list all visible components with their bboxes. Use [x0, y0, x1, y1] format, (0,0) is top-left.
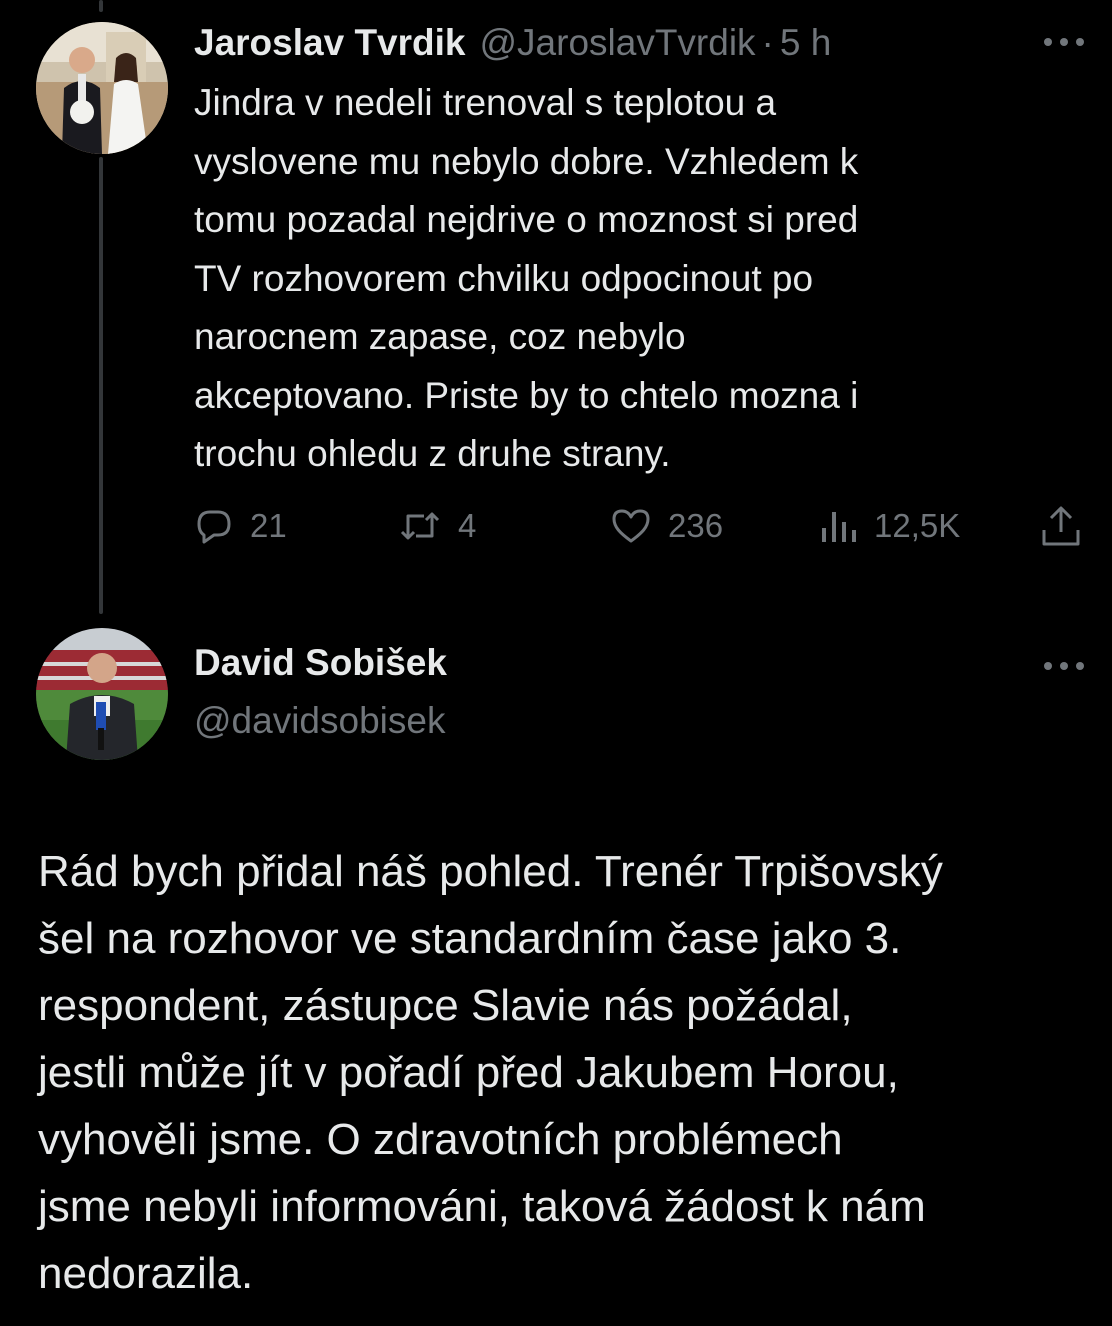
- user-handle[interactable]: @davidsobisek: [194, 700, 445, 742]
- reply-count: 21: [250, 507, 287, 544]
- views-count: 12,5K: [874, 507, 961, 544]
- avatar[interactable]: [36, 22, 168, 154]
- like-button[interactable]: 236: [610, 500, 723, 552]
- like-count: 236: [668, 507, 724, 544]
- avatar[interactable]: [36, 628, 168, 760]
- tweet-text: Jindra v nedeli trenoval s teplotou a vy…: [194, 82, 859, 474]
- retweet-icon: [400, 512, 440, 540]
- reply-icon: [197, 510, 231, 544]
- reply-button[interactable]: 21: [194, 500, 287, 552]
- more-icon[interactable]: [1044, 660, 1084, 672]
- thread-line-top: [99, 0, 103, 12]
- more-icon[interactable]: [1044, 36, 1084, 48]
- tweet-actions: 21 4 236 12,5K: [0, 500, 1112, 552]
- display-name[interactable]: Jaroslav Tvrdik: [194, 22, 465, 64]
- share-button[interactable]: [1040, 500, 1082, 552]
- heart-icon: [612, 509, 650, 543]
- avatar-photo-wedding: [36, 22, 168, 154]
- user-handle[interactable]: @JaroslavTvrdik: [479, 22, 755, 64]
- display-name[interactable]: David Sobišek: [194, 642, 447, 684]
- timestamp[interactable]: 5 h: [780, 22, 831, 64]
- avatar-photo-stadium: [36, 628, 168, 760]
- retweet-count: 4: [458, 507, 477, 544]
- separator: ·: [761, 22, 774, 63]
- views-icon: [822, 512, 856, 542]
- share-icon: [1042, 506, 1080, 546]
- views-button[interactable]: 12,5K: [818, 500, 960, 552]
- tweet-header: Jaroslav Tvrdik @JaroslavTvrdik · 5 h: [194, 18, 831, 68]
- retweet-button[interactable]: 4: [398, 500, 476, 552]
- tweet-text: Rád bych přidal náš pohled. Trenér Trpiš…: [38, 847, 943, 1298]
